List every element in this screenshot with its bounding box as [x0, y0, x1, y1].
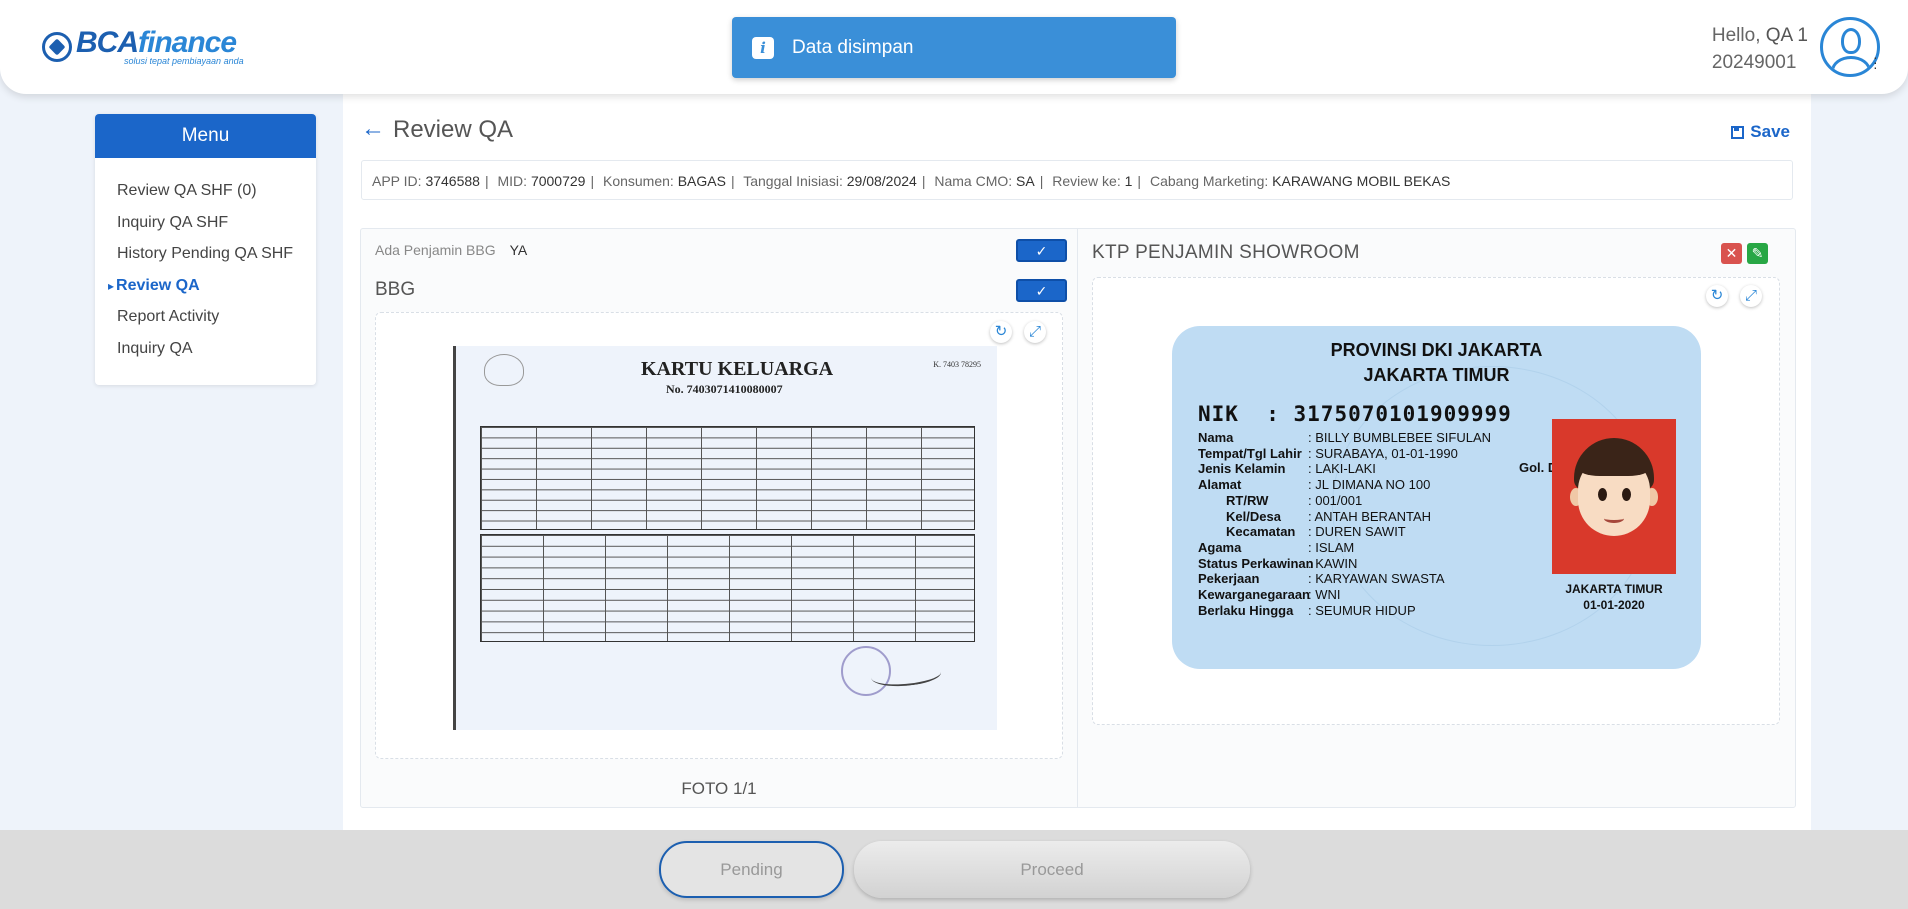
- info-icon: i: [752, 36, 774, 59]
- user-avatar[interactable]: [1820, 17, 1880, 77]
- ktp-image-viewer[interactable]: ↻ ⤢ PROVINSI DKI JAKARTA JAKARTA TIMUR N…: [1092, 277, 1780, 725]
- ktp-row: Status Perkawinan: KAWIN: [1198, 555, 1358, 571]
- pending-button[interactable]: Pending: [659, 841, 844, 898]
- ktp-row: RT/RW: 001/001: [1226, 492, 1363, 508]
- ktp-row: Berlaku Hingga: SEUMUR HIDUP: [1198, 602, 1416, 618]
- menu-item-review-qa[interactable]: Review QA: [116, 276, 316, 308]
- ktp-row: Alamat: JL DIMANA NO 100: [1198, 477, 1431, 493]
- check-icon: ✓: [1035, 283, 1048, 299]
- pencil-icon: ✎: [1751, 245, 1764, 261]
- back-arrow-icon[interactable]: ←: [361, 117, 385, 141]
- ktp-city: JAKARTA TIMUR: [1363, 365, 1510, 385]
- main-content: ← Review QA Save APP ID: 3746588 | MID: 7…: [343, 94, 1811, 830]
- bbg-check-button[interactable]: ✓: [1016, 279, 1067, 302]
- logo-name-part2: finance: [138, 26, 237, 59]
- user-id: 20249001: [1711, 52, 1797, 73]
- menu-item-inquiry-qa[interactable]: Inquiry QA: [117, 339, 316, 371]
- kk-title: KARTU KELUARGA: [641, 358, 834, 380]
- info-cabang-value: KARAWANG MOBIL BEKAS: [1272, 173, 1451, 189]
- boy-face-icon: [1568, 437, 1660, 556]
- action-bar: Pending Proceed: [0, 830, 1908, 909]
- user-name: QA 1: [1765, 25, 1808, 46]
- ktp-row: Pekerjaan: KARYAWAN SWASTA: [1198, 571, 1445, 587]
- info-cmo-label: Nama CMO:: [934, 173, 1013, 189]
- menu-item-review-qa-shf[interactable]: Review QA SHF (0): [117, 181, 316, 213]
- ada-penjamin-label: Ada Penjamin BBG: [375, 242, 496, 258]
- menu-item-inquiry-qa-shf[interactable]: Inquiry QA SHF: [117, 213, 316, 245]
- bbg-section: Ada Penjamin BBG YA ✓ BBG ✓ ↻ ⤢ KARTU KEL…: [361, 229, 1077, 807]
- ktp-section: KTP PENJAMIN SHOWROOM ✕ ✎ ↻ ⤢ PROVINSI D…: [1078, 229, 1795, 807]
- info-app-id-value: 3746588: [425, 173, 480, 189]
- logo-name-part1: BCA: [76, 26, 139, 59]
- info-cmo-value: SA: [1016, 173, 1035, 189]
- ktp-issue-place: JAKARTA TIMUR: [1565, 582, 1663, 596]
- fullscreen-icon[interactable]: ⤢: [1740, 285, 1762, 307]
- toast-message: Data disimpan: [792, 36, 914, 58]
- ktp-nik: NIK : 3175070101909999: [1198, 402, 1512, 426]
- ada-penjamin-value: YA: [509, 242, 528, 258]
- ktp-section-title: KTP PENJAMIN SHOWROOM: [1092, 242, 1360, 263]
- photo-counter: FOTO 1/1: [681, 779, 757, 798]
- kartu-keluarga-image: KARTU KELUARGA No. 7403071410080007 K. 7…: [453, 346, 997, 730]
- user-info: Hello, QA 1 20249001: [1712, 22, 1808, 76]
- info-tanggal-value: 29/08/2024: [846, 173, 917, 189]
- kk-member-table: [480, 426, 975, 530]
- ktp-portrait: [1552, 419, 1676, 574]
- save-button[interactable]: Save: [1731, 122, 1790, 142]
- ada-penjamin-check-button[interactable]: ✓: [1016, 239, 1067, 262]
- rotate-icon[interactable]: ↻: [990, 321, 1012, 343]
- close-icon: ✕: [1725, 245, 1738, 261]
- info-app-id-label: APP ID:: [372, 173, 422, 189]
- bbg-label: BBG: [375, 279, 416, 300]
- user-greeting: Hello,: [1711, 25, 1761, 46]
- reject-button[interactable]: ✕: [1721, 243, 1742, 264]
- bbg-image-viewer[interactable]: ↻ ⤢ KARTU KELUARGA No. 7403071410080007 …: [375, 312, 1063, 759]
- menu-title: Menu: [95, 114, 316, 158]
- ktp-row: Jenis Kelamin: LAKI-LAKI: [1198, 461, 1376, 477]
- floppy-disk-icon: [1731, 125, 1745, 139]
- logo-tagline: solusi tepat pembiayaan anda: [124, 56, 244, 66]
- info-mid-value: 7000729: [530, 173, 586, 189]
- garuda-emblem-icon: [484, 354, 524, 386]
- sidebar-menu: Menu Review QA SHF (0) Inquiry QA SHF Hi…: [95, 114, 316, 385]
- info-konsumen-label: Konsumen:: [602, 173, 674, 189]
- ktp-row: Tempat/Tgl Lahir: SURABAYA, 01-01-1990: [1198, 445, 1458, 461]
- proceed-button[interactable]: Proceed: [854, 841, 1250, 898]
- save-label: Save: [1750, 122, 1790, 141]
- ktp-row: Kecamatan: DUREN SAWIT: [1226, 524, 1406, 540]
- info-konsumen-value: BAGAS: [677, 173, 726, 189]
- kk-status-table: [480, 534, 975, 642]
- toast-notification: i Data disimpan: [732, 17, 1176, 78]
- menu-item-report-activity[interactable]: Report Activity: [117, 307, 316, 339]
- ktp-nik-label: NIK: [1198, 402, 1239, 426]
- kk-code: K. 7403 78295: [933, 360, 981, 369]
- ktp-fields: Nama: BILLY BUMBLEBEE SIFULAN Tempat/Tgl…: [1198, 430, 1491, 618]
- ktp-row: Kel/Desa: ANTAH BERANTAH: [1226, 508, 1432, 524]
- menu-item-history-pending-qa-shf[interactable]: History Pending QA SHF: [117, 244, 316, 276]
- logo-mark-icon: [42, 32, 72, 62]
- info-mid-label: MID:: [497, 173, 528, 189]
- ktp-row: Agama: ISLAM: [1198, 539, 1355, 555]
- ktp-nik-value: : 3175070101909999: [1266, 402, 1512, 426]
- ktp-province: PROVINSI DKI JAKARTA: [1330, 340, 1543, 360]
- info-review-label: Review ke:: [1052, 173, 1121, 189]
- rotate-icon[interactable]: ↻: [1706, 285, 1728, 307]
- check-icon: ✓: [1035, 243, 1048, 259]
- info-tanggal-label: Tanggal Inisiasi:: [743, 173, 843, 189]
- ktp-issue-date: 01-01-2020: [1583, 598, 1645, 612]
- ktp-card-image: PROVINSI DKI JAKARTA JAKARTA TIMUR NIK :…: [1172, 326, 1701, 669]
- fullscreen-icon[interactable]: ⤢: [1024, 321, 1046, 343]
- page-title: Review QA: [393, 116, 514, 143]
- edit-button[interactable]: ✎: [1747, 243, 1768, 264]
- ktp-row: Nama: BILLY BUMBLEBEE SIFULAN: [1198, 430, 1492, 445]
- info-cabang-label: Cabang Marketing:: [1149, 173, 1269, 189]
- info-review-value: 1: [1124, 173, 1133, 189]
- application-info-bar: APP ID: 3746588 | MID: 7000729 | Konsumen:…: [361, 160, 1793, 200]
- more-vertical-icon[interactable]: · · ·: [1873, 50, 1879, 74]
- ada-penjamin-field: Ada Penjamin BBG YA: [375, 242, 527, 258]
- ktp-row: Kewarganegaraan: WNI: [1198, 587, 1341, 603]
- kk-number: No. 7403071410080007: [666, 382, 783, 396]
- document-review-panel: Ada Penjamin BBG YA ✓ BBG ✓ ↻ ⤢ KARTU KEL…: [360, 228, 1796, 808]
- bca-finance-logo[interactable]: BCAfinance solusi tepat pembiayaan anda: [42, 28, 244, 66]
